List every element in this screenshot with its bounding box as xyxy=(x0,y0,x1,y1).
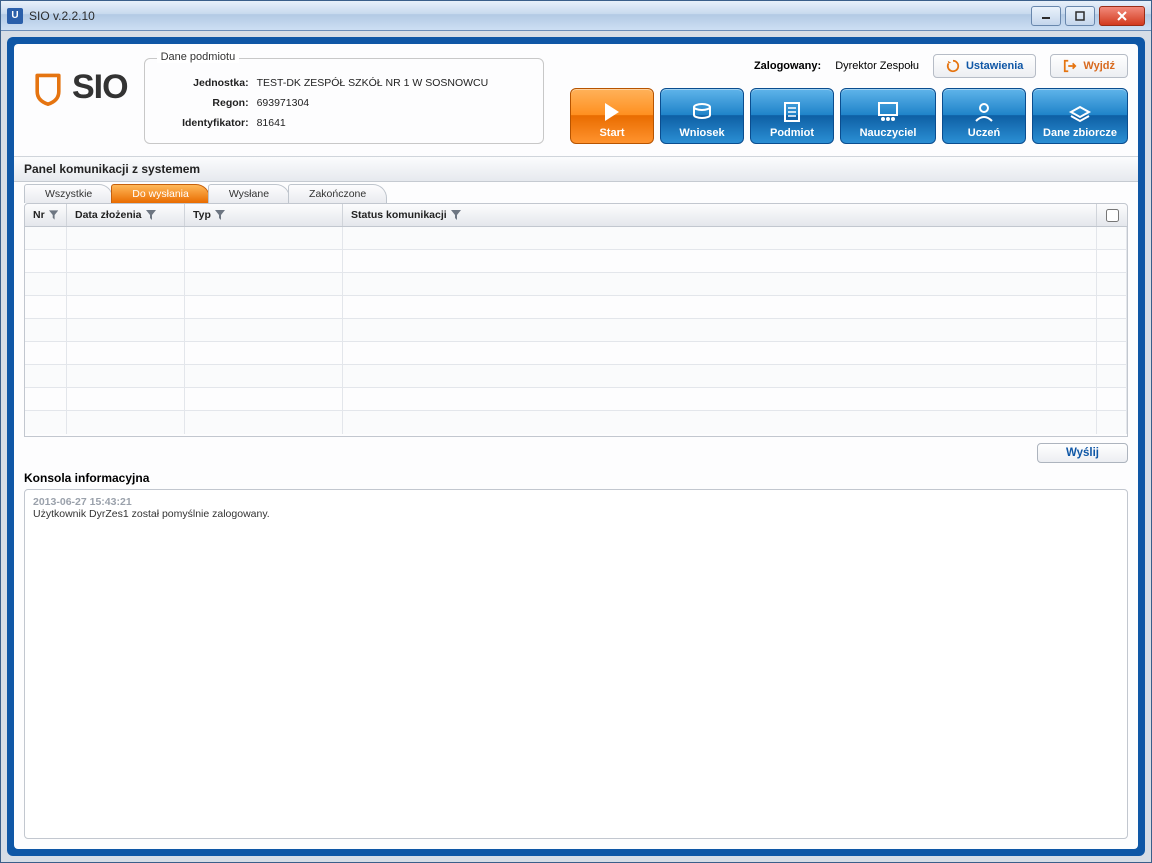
logo: SIO xyxy=(24,54,132,107)
nav-wniosek-button[interactable]: Wniosek xyxy=(660,88,744,144)
nav-podmiot-button[interactable]: Podmiot xyxy=(750,88,834,144)
tab-wszystkie[interactable]: Wszystkie xyxy=(24,184,113,203)
grid-body xyxy=(24,227,1128,437)
col-date[interactable]: Data złożenia xyxy=(67,204,185,226)
nav-start-button[interactable]: Start xyxy=(570,88,654,144)
maximize-button[interactable] xyxy=(1065,6,1095,26)
table-row[interactable] xyxy=(25,273,1127,296)
tab-wyslane[interactable]: Wysłane xyxy=(208,184,290,203)
tab-do-wyslania[interactable]: Do wysłania xyxy=(111,184,210,203)
app-window: U SIO v.2.2.10 SIO xyxy=(0,0,1152,863)
start-icon xyxy=(599,99,625,125)
nav-label: Uczeń xyxy=(968,127,1000,139)
login-row: Zalogowany: Dyrektor Zespołu Ustawienia … xyxy=(754,54,1128,78)
grid-header: Nr Data złożenia Typ Status komunikacji xyxy=(24,203,1128,227)
minimize-button[interactable] xyxy=(1031,6,1061,26)
tab-zakonczone[interactable]: Zakończone xyxy=(288,184,387,203)
nav-label: Start xyxy=(599,127,624,139)
nauczyciel-icon xyxy=(875,99,901,125)
refresh-icon xyxy=(946,59,960,73)
filter-icon xyxy=(451,210,461,220)
filter-icon xyxy=(215,210,225,220)
filter-icon xyxy=(49,210,58,220)
col-checkbox xyxy=(1097,204,1127,226)
select-all-checkbox[interactable] xyxy=(1106,209,1119,222)
send-button[interactable]: Wyślij xyxy=(1037,443,1128,463)
nav-nauczyciel-button[interactable]: Nauczyciel xyxy=(840,88,936,144)
table-row[interactable] xyxy=(25,388,1127,411)
table-row[interactable] xyxy=(25,411,1127,434)
login-value: Dyrektor Zespołu xyxy=(835,60,919,72)
app-icon: U xyxy=(7,8,23,24)
console-title: Konsola informacyjna xyxy=(14,471,1138,489)
entity-legend: Dane podmiotu xyxy=(157,51,240,63)
table-row[interactable] xyxy=(25,296,1127,319)
close-icon xyxy=(1116,11,1128,21)
uczen-icon xyxy=(971,99,997,125)
nav-dane-zbiorcze-button[interactable]: Dane zbiorcze xyxy=(1032,88,1128,144)
col-nr[interactable]: Nr xyxy=(25,204,67,226)
table-row[interactable] xyxy=(25,227,1127,250)
dane-zbiorcze-icon xyxy=(1067,99,1093,125)
close-button[interactable] xyxy=(1099,6,1145,26)
nav-label: Dane zbiorcze xyxy=(1043,127,1117,139)
entity-key: Regon: xyxy=(161,93,249,113)
outer-frame: SIO Dane podmiotu Jednostka:TEST-DK ZESP… xyxy=(7,37,1145,856)
settings-button[interactable]: Ustawienia xyxy=(933,54,1036,78)
table-row[interactable] xyxy=(25,342,1127,365)
panel-title: Panel komunikacji z systemem xyxy=(14,156,1138,182)
console-message: Użytkownik DyrZes1 został pomyślnie zalo… xyxy=(33,508,1119,520)
exit-button[interactable]: Wyjdź xyxy=(1050,54,1128,78)
entity-value: TEST-DK ZESPÓŁ SZKÓŁ NR 1 W SOSNOWCU xyxy=(249,73,489,93)
entity-value: 81641 xyxy=(249,113,286,133)
nav-uczen-button[interactable]: Uczeń xyxy=(942,88,1026,144)
shield-icon xyxy=(30,70,66,106)
logo-text: SIO xyxy=(72,68,128,107)
minimize-icon xyxy=(1041,12,1051,20)
tabs: WszystkieDo wysłaniaWysłaneZakończone xyxy=(14,184,1138,203)
entity-key: Jednostka: xyxy=(161,73,249,93)
nav-label: Podmiot xyxy=(770,127,814,139)
col-status[interactable]: Status komunikacji xyxy=(343,204,1097,226)
table-row[interactable] xyxy=(25,319,1127,342)
nav-label: Wniosek xyxy=(679,127,724,139)
console: 2013-06-27 15:43:21 Użytkownik DyrZes1 z… xyxy=(24,489,1128,839)
login-label: Zalogowany: xyxy=(754,60,821,72)
exit-icon xyxy=(1063,59,1077,73)
podmiot-icon xyxy=(779,99,805,125)
table-row[interactable] xyxy=(25,250,1127,273)
console-timestamp: 2013-06-27 15:43:21 xyxy=(33,496,1119,508)
titlebar: U SIO v.2.2.10 xyxy=(1,1,1151,31)
nav-label: Nauczyciel xyxy=(860,127,917,139)
maximize-icon xyxy=(1075,11,1085,21)
main-nav: Start Wniosek Podmiot Nauczyciel Uczeń Dane z… xyxy=(570,88,1128,144)
entity-fieldset: Dane podmiotu Jednostka:TEST-DK ZESPÓŁ S… xyxy=(144,58,544,144)
entity-key: Identyfikator: xyxy=(161,113,249,133)
wniosek-icon xyxy=(689,99,715,125)
grid: Nr Data złożenia Typ Status komunikacji xyxy=(24,203,1128,437)
header: SIO Dane podmiotu Jednostka:TEST-DK ZESP… xyxy=(14,44,1138,156)
content-area: SIO Dane podmiotu Jednostka:TEST-DK ZESP… xyxy=(14,44,1138,849)
col-typ[interactable]: Typ xyxy=(185,204,343,226)
entity-value: 693971304 xyxy=(249,93,310,113)
filter-icon xyxy=(146,210,156,220)
window-title: SIO v.2.2.10 xyxy=(29,9,1031,23)
table-row[interactable] xyxy=(25,365,1127,388)
